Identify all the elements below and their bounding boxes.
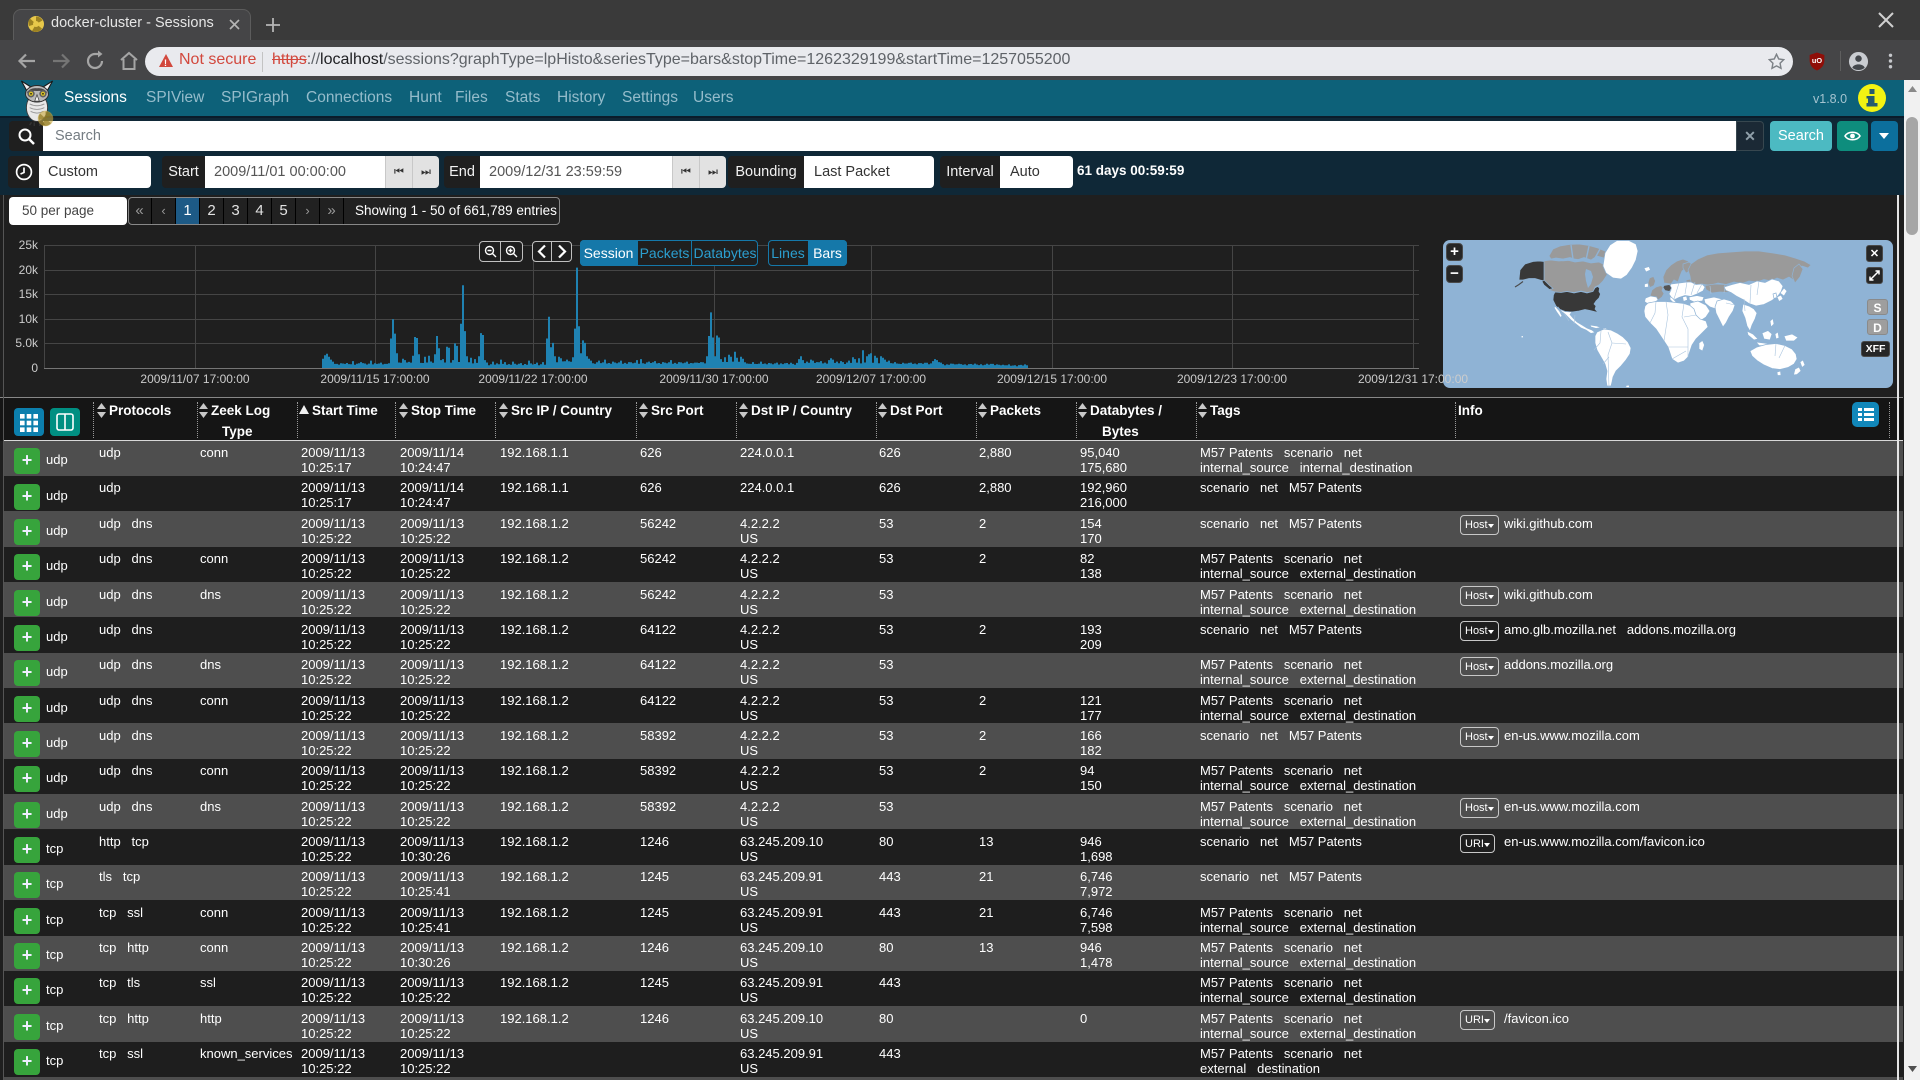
svg-text:uO: uO (1812, 56, 1822, 65)
